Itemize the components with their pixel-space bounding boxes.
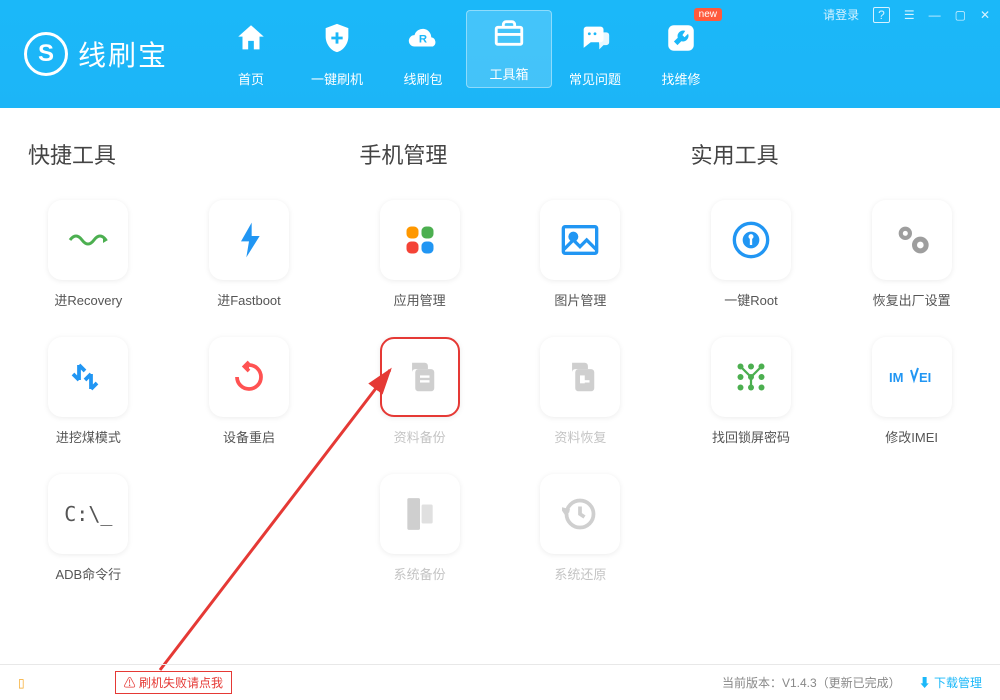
image-icon <box>540 200 620 280</box>
section-quick-tools: 快捷工具 进Recovery 进Fastboot 进挖煤模式 <box>28 138 309 583</box>
phone-status-icon[interactable]: ▯ <box>18 676 25 690</box>
tool-sys-backup[interactable]: 系统备份 <box>359 474 480 583</box>
adb-icon: C:\_ <box>48 474 128 554</box>
section-title: 实用工具 <box>691 138 972 170</box>
nav-flash[interactable]: 一键刷机 <box>294 0 380 108</box>
tool-label: ADB命令行 <box>55 564 121 583</box>
section-utilities: 实用工具 一键Root 恢复出厂设置 找回锁屏密码 <box>691 138 972 583</box>
section-phone-mgmt: 手机管理 应用管理 图片管理 资料备份 <box>359 138 640 583</box>
main-nav: 首页 一键刷机 R 线刷包 工具箱 常见问题 new <box>208 0 724 108</box>
close-icon[interactable]: ✕ <box>980 8 990 22</box>
tool-label: 应用管理 <box>394 290 446 309</box>
fastboot-icon <box>209 200 289 280</box>
root-icon <box>711 200 791 280</box>
apps-icon <box>380 200 460 280</box>
toolbox-icon <box>492 16 526 58</box>
recovery-icon <box>48 200 128 280</box>
data-restore-icon <box>540 337 620 417</box>
nav-label: 线刷包 <box>404 69 443 88</box>
footer-bar: ▯ 刷机失败请点我 当前版本：V1.4.3（更新已完成） 下载管理 <box>0 664 1000 700</box>
logo-text: 线刷宝 <box>78 34 168 74</box>
svg-text:IM: IM <box>889 370 903 385</box>
cloud-r-icon: R <box>406 21 440 63</box>
minimize-icon[interactable]: — <box>929 8 941 22</box>
tool-reboot[interactable]: 设备重启 <box>189 337 310 446</box>
tool-adb[interactable]: C:\_ ADB命令行 <box>28 474 149 583</box>
tool-label: 修改IMEI <box>885 427 938 446</box>
tool-label: 恢复出厂设置 <box>873 290 951 309</box>
nav-label: 工具箱 <box>490 64 529 83</box>
tool-label: 图片管理 <box>554 290 606 309</box>
nav-toolbox[interactable]: 工具箱 <box>466 10 552 88</box>
tool-label: 找回锁屏密码 <box>712 427 790 446</box>
tool-label: 一键Root <box>724 290 777 309</box>
nav-label: 首页 <box>238 69 264 88</box>
tool-label: 设备重启 <box>223 427 275 446</box>
login-link[interactable]: 请登录 <box>823 6 859 23</box>
nav-packages[interactable]: R 线刷包 <box>380 0 466 108</box>
tool-data-backup[interactable]: 资料备份 <box>359 337 480 446</box>
nav-home[interactable]: 首页 <box>208 0 294 108</box>
tool-recovery[interactable]: 进Recovery <box>28 200 149 309</box>
logo: S 线刷宝 <box>24 32 168 76</box>
imei-icon: IM EI <box>872 337 952 417</box>
nav-label: 常见问题 <box>569 69 621 88</box>
app-header: S 线刷宝 首页 一键刷机 R 线刷包 工具箱 <box>0 0 1000 108</box>
nav-label: 找维修 <box>662 69 701 88</box>
tool-label: 资料恢复 <box>554 427 606 446</box>
nav-label: 一键刷机 <box>311 69 363 88</box>
data-backup-icon <box>380 337 460 417</box>
tool-label: 进挖煤模式 <box>56 427 121 446</box>
nav-repair[interactable]: new 找维修 <box>638 0 724 108</box>
sys-restore-icon <box>540 474 620 554</box>
shield-plus-icon <box>320 21 354 63</box>
pattern-lock-icon <box>711 337 791 417</box>
svg-text:EI: EI <box>919 370 931 385</box>
tool-image-mgmt[interactable]: 图片管理 <box>520 200 641 309</box>
tool-data-restore[interactable]: 资料恢复 <box>520 337 641 446</box>
download-manager-link[interactable]: 下载管理 <box>919 674 982 691</box>
wrench-icon <box>664 21 698 63</box>
tool-fastboot[interactable]: 进Fastboot <box>189 200 310 309</box>
tool-label: 进Recovery <box>54 290 122 309</box>
chat-icon <box>578 21 612 63</box>
coal-mode-icon <box>48 337 128 417</box>
tool-coal-mode[interactable]: 进挖煤模式 <box>28 337 149 446</box>
tool-label: 进Fastboot <box>217 290 281 309</box>
window-controls: 请登录 ? ☰ — ▢ ✕ <box>823 6 990 23</box>
tool-app-mgmt[interactable]: 应用管理 <box>359 200 480 309</box>
tool-sys-restore[interactable]: 系统还原 <box>520 474 641 583</box>
reboot-icon <box>209 337 289 417</box>
sys-backup-icon <box>380 474 460 554</box>
new-badge: new <box>694 8 722 21</box>
tool-label: 系统还原 <box>554 564 606 583</box>
tool-root[interactable]: 一键Root <box>691 200 812 309</box>
failure-notice-link[interactable]: 刷机失败请点我 <box>115 671 232 694</box>
section-title: 手机管理 <box>359 138 640 170</box>
version-text: 当前版本：V1.4.3（更新已完成） <box>722 674 901 691</box>
menu-icon[interactable]: ☰ <box>904 8 915 22</box>
logo-icon: S <box>24 32 68 76</box>
content-area: 快捷工具 进Recovery 进Fastboot 进挖煤模式 <box>0 108 1000 583</box>
nav-faq[interactable]: 常见问题 <box>552 0 638 108</box>
home-icon <box>234 21 268 63</box>
help-icon[interactable]: ? <box>873 7 890 23</box>
factory-reset-icon <box>872 200 952 280</box>
tool-imei[interactable]: IM EI 修改IMEI <box>851 337 972 446</box>
tool-factory-reset[interactable]: 恢复出厂设置 <box>851 200 972 309</box>
tool-unlock-screen[interactable]: 找回锁屏密码 <box>691 337 812 446</box>
tool-label: 资料备份 <box>394 427 446 446</box>
svg-text:R: R <box>419 33 427 45</box>
maximize-icon[interactable]: ▢ <box>955 8 966 22</box>
tool-label: 系统备份 <box>394 564 446 583</box>
section-title: 快捷工具 <box>28 138 309 170</box>
